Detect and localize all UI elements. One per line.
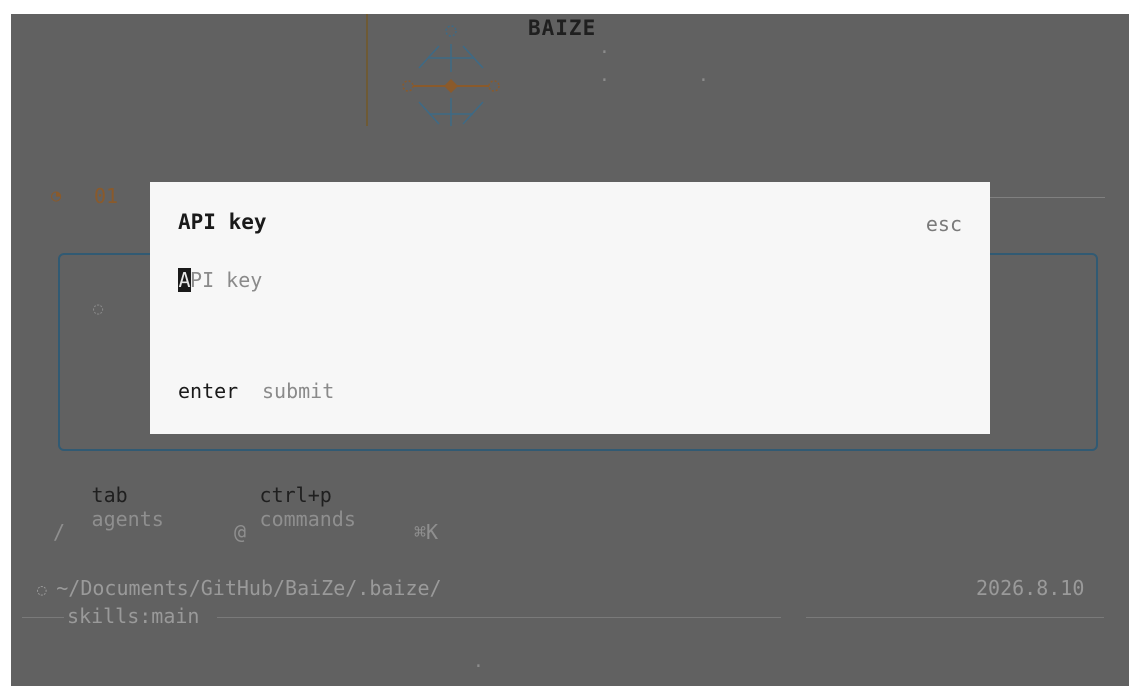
folder-status-icon: ◌ bbox=[37, 580, 57, 599]
dialog-title: API key bbox=[178, 210, 267, 234]
decor-dot: · bbox=[599, 42, 610, 63]
hint-label: commands bbox=[259, 507, 356, 531]
decor-dot: · bbox=[698, 70, 709, 91]
shortcut-cmdk[interactable]: ⌘K bbox=[414, 520, 438, 544]
terminal-screen: BAIZE · · · ◔ 01 ◌ tab agents ctrl+p com… bbox=[11, 14, 1129, 686]
api-key-dialog: API key esc A enter submit bbox=[150, 182, 990, 434]
submit-label: submit bbox=[262, 379, 335, 403]
hint-agents: tab agents bbox=[53, 464, 164, 550]
text-cursor: A bbox=[178, 268, 191, 292]
submit-key[interactable]: enter bbox=[178, 379, 238, 403]
footer-path: ◌ ~/Documents/GitHub/BaiZe/.baize/ bbox=[37, 576, 442, 600]
footer-branch: skills:main bbox=[67, 604, 200, 628]
session-divider bbox=[987, 197, 1105, 198]
footer-rule-right bbox=[806, 617, 1104, 618]
prompt-status-icon: ◌ bbox=[93, 299, 104, 319]
hint-key: tab bbox=[91, 483, 128, 507]
header-divider bbox=[366, 14, 368, 126]
shortcut-slash[interactable]: / bbox=[53, 520, 65, 544]
session-clock-icon: ◔ bbox=[51, 186, 62, 206]
hint-key: ctrl+p bbox=[259, 483, 332, 507]
session-number: 01 bbox=[94, 184, 119, 208]
footer-date: 2026.8.10 bbox=[976, 576, 1085, 600]
close-button[interactable]: esc bbox=[926, 212, 962, 236]
footer-rule-left-lead bbox=[22, 617, 64, 618]
baize-logo-icon bbox=[402, 25, 500, 126]
api-key-input[interactable] bbox=[178, 266, 958, 294]
decor-dot: · bbox=[473, 656, 484, 677]
footer-path-text: ~/Documents/GitHub/BaiZe/.baize/ bbox=[56, 576, 442, 600]
footer-rule-left bbox=[217, 617, 781, 618]
hint-label: agents bbox=[91, 507, 164, 531]
shortcut-at[interactable]: @ bbox=[234, 520, 246, 544]
brand-title: BAIZE bbox=[528, 16, 597, 40]
decor-dot: · bbox=[599, 70, 610, 91]
